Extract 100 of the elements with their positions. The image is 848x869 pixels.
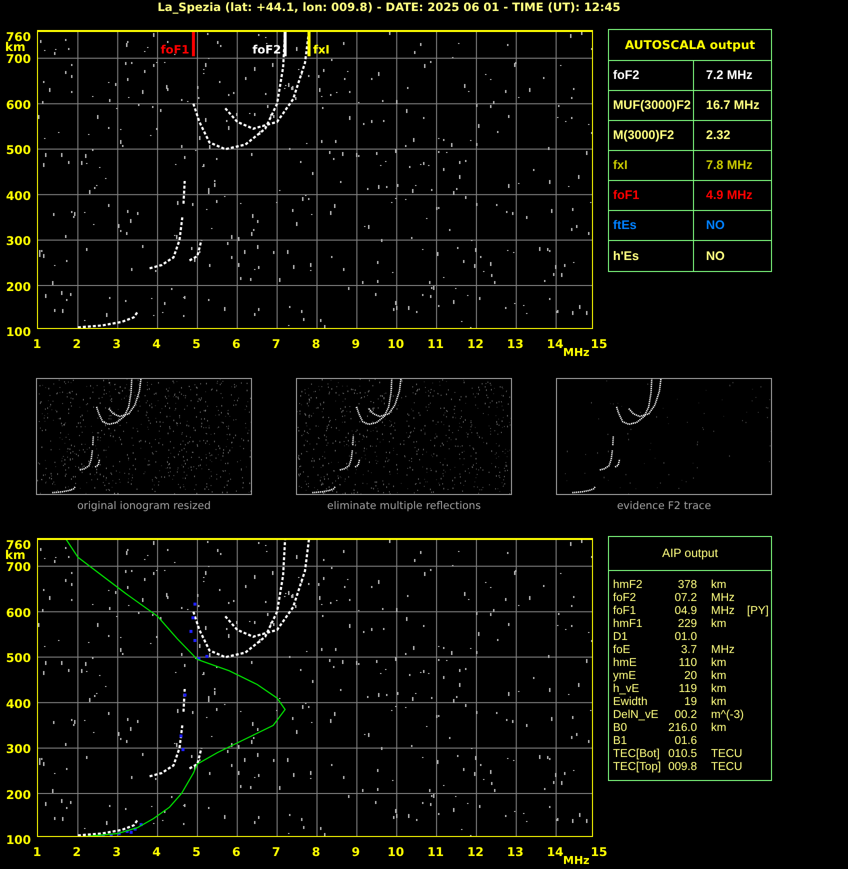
parameter-value: 7.8 MHz (706, 158, 753, 173)
parameter-name: B1 (613, 735, 628, 748)
parameter-value: 009.8 (667, 761, 697, 774)
parameter-label: h'Es (613, 248, 639, 264)
y-axis-label: 700 (6, 52, 31, 66)
x-axis-label: 11 (427, 845, 444, 859)
parameter-value: 01.0 (674, 631, 697, 644)
parameter-name: TEC[Bot] (613, 748, 661, 761)
parameter-label: ftEs (613, 218, 637, 233)
parameter-unit: m^(-3) (711, 709, 745, 722)
x-axis-label: 8 (312, 337, 320, 351)
y-axis-label: 500 (6, 651, 31, 666)
x-axis-label: 1 (32, 337, 42, 351)
x-axis-label: 3 (112, 845, 121, 859)
parameter-value: 00.2 (674, 709, 697, 722)
table-title: AIP output (609, 537, 771, 571)
parameter-name: hmF2 (613, 579, 644, 592)
x-axis-label: 15 (590, 337, 608, 351)
parameter-unit: km (711, 618, 728, 631)
parameter-name: TEC[Top] (613, 761, 662, 774)
x-axis-label: 1 (32, 845, 42, 859)
parameter-value: 7.2 MHz (706, 68, 753, 83)
parameter-value: 110 (678, 657, 697, 670)
x-axis-label: 10 (387, 845, 404, 859)
parameter-value: NO (706, 218, 725, 233)
x-axis-label: 4 (152, 845, 161, 859)
parameter-label: M(3000)F2 (613, 128, 674, 143)
parameter-name: Ewidth (613, 696, 649, 709)
x-axis-label: 13 (506, 845, 524, 859)
parameter-name: foE (613, 644, 632, 657)
parameter-label: foF1 (613, 188, 640, 203)
x-axis-label: 5 (192, 337, 201, 351)
x-axis-label: 4 (152, 337, 161, 351)
parameter-name: ymE (613, 670, 637, 683)
y-axis-label: 100 (6, 325, 31, 339)
parameter-value: 01.6 (674, 735, 697, 748)
x-axis-label: 6 (232, 845, 240, 859)
parameter-value: 04.9 (674, 605, 697, 618)
parameter-value: 010.5 (667, 748, 697, 761)
thumbnail-caption: original ionogram resized (77, 500, 211, 512)
y-axis-label: 600 (6, 606, 31, 620)
parameter-value: 20 (683, 670, 697, 683)
parameter-value: NO (706, 248, 725, 264)
x-axis-label: 7 (272, 845, 280, 859)
parameter-unit: MHz (711, 605, 736, 618)
flag-label: [PY] (747, 605, 770, 618)
parameter-value: 119 (678, 683, 697, 696)
window-title: La_Spezia (lat: +44.1, lon: 009.8) - DATE: 2025 06 01 - TIME (UT): 12:45 (156, 0, 622, 14)
thumbnail-caption: evidence F2 trace (616, 500, 712, 512)
y-axis-label: 400 (6, 188, 31, 203)
y-axis-unit: km (5, 40, 26, 54)
parameter-value: 378 (676, 579, 697, 592)
x-axis-label: 10 (387, 337, 404, 351)
x-axis-label: 6 (232, 337, 240, 351)
x-axis-label: 9 (352, 337, 360, 351)
x-axis-label: 12 (467, 337, 484, 351)
parameter-name: h_vE (613, 683, 640, 696)
table-title: AUTOSCALA output (609, 30, 771, 61)
parameter-name: foF1 (613, 605, 638, 618)
x-axis-unit: MHz (563, 346, 590, 359)
parameter-unit: MHz (711, 592, 736, 605)
parameter-unit: km (711, 657, 728, 670)
y-axis-label: 500 (6, 143, 31, 158)
parameter-value: 229 (676, 618, 697, 631)
y-axis-label: 600 (6, 98, 31, 112)
parameter-name: B0 (613, 722, 628, 735)
parameter-unit: TECU (711, 761, 744, 774)
parameter-value: 216.0 (667, 722, 697, 735)
parameter-unit: TECU (711, 748, 744, 761)
y-axis-label: 300 (6, 742, 31, 756)
parameter-name: foF2 (613, 592, 638, 605)
parameter-name: hmF1 (613, 618, 644, 631)
thumbnail-caption: eliminate multiple reflections (327, 500, 481, 512)
parameter-unit: km (711, 683, 728, 696)
y-axis-label: 400 (6, 696, 31, 711)
y-axis-label: 300 (6, 234, 31, 248)
x-axis-unit: MHz (563, 854, 590, 867)
x-axis-label: 11 (427, 337, 444, 351)
parameter-unit: km (711, 670, 728, 683)
parameter-unit: km (711, 579, 728, 592)
x-axis-label: 12 (467, 845, 484, 859)
parameter-name: D1 (613, 631, 629, 644)
parameter-value: 07.2 (674, 592, 697, 605)
y-axis-unit: km (5, 548, 26, 562)
y-axis-label: 100 (6, 833, 31, 847)
marker-label: foF2 (252, 42, 282, 56)
parameter-unit: km (711, 696, 728, 709)
parameter-value: 16.7 MHz (706, 98, 760, 113)
x-axis-label: 3 (112, 337, 121, 351)
x-axis-label: 14 (546, 337, 564, 351)
parameter-unit: MHz (711, 644, 736, 657)
parameter-name: hmE (613, 657, 638, 670)
x-axis-label: 5 (192, 845, 201, 859)
y-axis-label: 200 (6, 788, 31, 802)
x-axis-label: 8 (312, 845, 320, 859)
parameter-value: 19 (683, 696, 697, 709)
parameter-value: 4.9 MHz (706, 188, 753, 203)
x-axis-label: 14 (546, 845, 564, 859)
y-axis-label: 700 (6, 560, 31, 574)
x-axis-label: 2 (72, 337, 82, 351)
